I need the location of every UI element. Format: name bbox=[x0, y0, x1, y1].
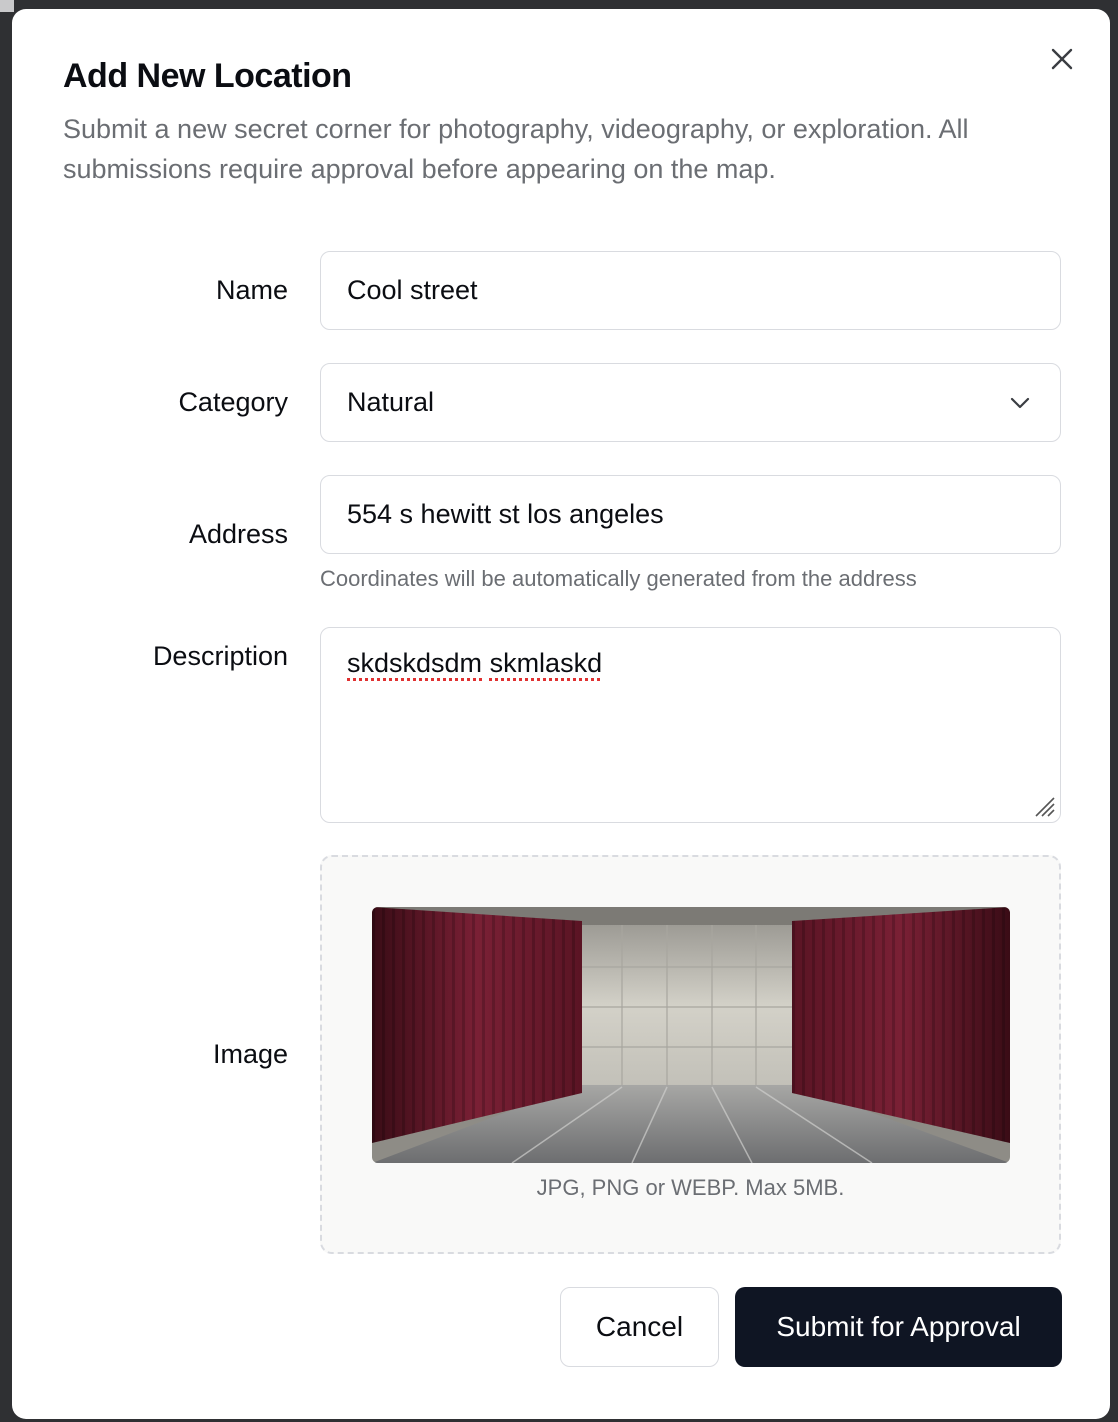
image-upload-hint: JPG, PNG or WEBP. Max 5MB. bbox=[536, 1175, 845, 1200]
image-label: Image bbox=[212, 1039, 288, 1069]
category-label: Category bbox=[178, 387, 288, 417]
category-select[interactable]: Natural bbox=[320, 363, 1061, 442]
address-helper-text: Coordinates will be automatically genera… bbox=[320, 566, 917, 591]
image-preview bbox=[372, 907, 1010, 1163]
description-label: Description bbox=[152, 641, 288, 671]
name-label: Name bbox=[215, 275, 288, 305]
add-location-dialog: Add New Location Submit a new secret cor… bbox=[12, 9, 1110, 1419]
address-input-value: 554 s hewitt st los angeles bbox=[347, 499, 664, 529]
name-input-value: Cool street bbox=[347, 275, 478, 305]
chevron-down-icon bbox=[1010, 397, 1030, 408]
dialog-description: Submit a new secret corner for photograp… bbox=[63, 114, 969, 184]
address-label: Address bbox=[188, 519, 288, 549]
studio-photo-image bbox=[372, 907, 1010, 1163]
description-word: skdskdsdm bbox=[347, 648, 483, 678]
dialog-title: Add New Location bbox=[63, 57, 352, 95]
close-icon bbox=[1051, 48, 1073, 70]
description-word: skmlaskd bbox=[489, 648, 603, 678]
resize-handle-icon[interactable] bbox=[1032, 794, 1056, 818]
cancel-button[interactable]: Cancel bbox=[560, 1287, 719, 1367]
address-input[interactable]: 554 s hewitt st los angeles bbox=[320, 475, 1061, 554]
close-button[interactable] bbox=[1048, 45, 1076, 73]
submit-for-approval-button[interactable]: Submit for Approval bbox=[735, 1287, 1062, 1367]
description-textarea[interactable]: skdskdsdm skmlaskd bbox=[320, 627, 1061, 823]
name-input[interactable]: Cool street bbox=[320, 251, 1061, 330]
category-select-value: Natural bbox=[347, 387, 435, 417]
backdrop-strip bbox=[0, 0, 14, 12]
image-dropzone[interactable]: JPG, PNG or WEBP. Max 5MB. bbox=[320, 855, 1061, 1254]
